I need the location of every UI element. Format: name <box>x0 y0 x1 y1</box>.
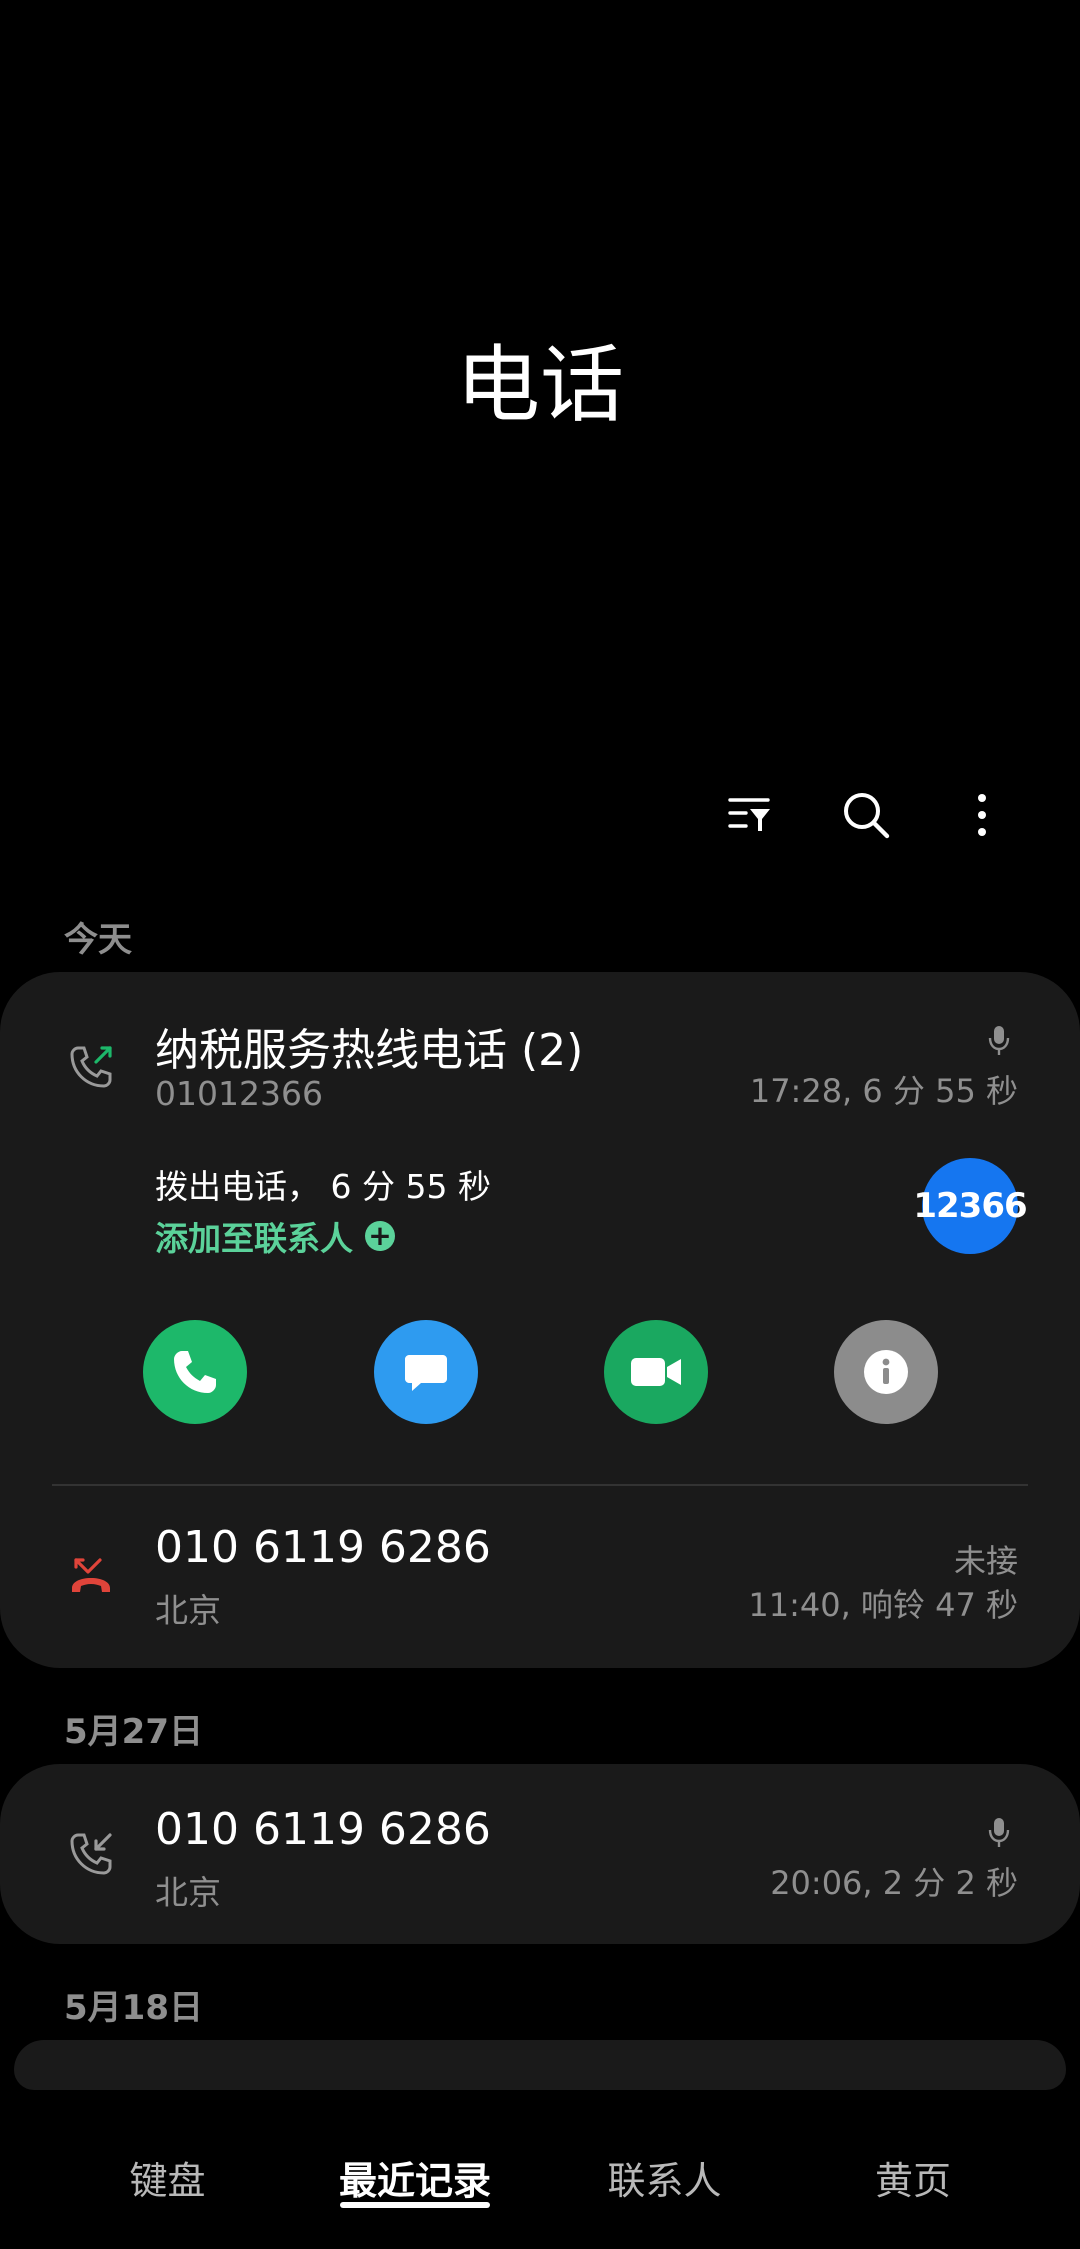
more-options-button[interactable] <box>924 760 1040 870</box>
bottom-navigation: 键盘 最近记录 联系人 黄页 <box>0 2120 1080 2240</box>
section-header-may18: 5月18日 <box>64 1988 203 2028</box>
info-icon <box>864 1350 908 1394</box>
missed-call-icon <box>72 1558 110 1592</box>
missed-call-number: 010 6119 6286 <box>155 1522 491 1573</box>
tab-contacts[interactable]: 联系人 <box>602 2150 727 2205</box>
phone-icon <box>174 1351 216 1393</box>
caller-avatar[interactable]: 12366 <box>913 1158 1028 1254</box>
tab-recents[interactable]: 最近记录 <box>330 2150 500 2205</box>
video-camera-icon <box>631 1358 681 1386</box>
page-title: 电话 <box>455 336 624 434</box>
call-button[interactable] <box>143 1320 247 1424</box>
tab-keypad[interactable]: 键盘 <box>110 2150 225 2205</box>
expanded-call-card[interactable]: 纳税服务热线电话 (2) 01012366 17:28, 6 分 55 秒 拨出… <box>0 972 1080 1668</box>
message-icon <box>405 1355 447 1391</box>
outgoing-call-icon <box>70 1046 112 1088</box>
call-time-duration: 17:28, 6 分 55 秒 <box>749 1072 1018 1110</box>
tab-yellow-pages[interactable]: 黄页 <box>868 2150 958 2205</box>
filter-button[interactable] <box>692 760 808 870</box>
missed-call-status: 未接 <box>953 1542 1018 1580</box>
section-header-may27: 5月27日 <box>64 1712 203 1752</box>
call-log-item-partial[interactable] <box>14 2040 1066 2090</box>
missed-call-time: 11:40, 响铃 47 秒 <box>748 1586 1018 1624</box>
call-location: 北京 <box>155 1873 221 1912</box>
call-log-item[interactable]: 010 6119 6286 北京 20:06, 2 分 2 秒 <box>0 1764 1080 1944</box>
active-tab-indicator <box>340 2202 490 2208</box>
recording-microphone-icon <box>988 1026 1010 1055</box>
video-call-button[interactable] <box>604 1320 708 1424</box>
incoming-call-icon <box>70 1833 112 1875</box>
phone-app-screen: 电话 今天 纳税服务热线电话 (2) 01012366 17:28, 6 分 5… <box>0 0 1080 2249</box>
call-time-duration: 20:06, 2 分 2 秒 <box>770 1864 1018 1902</box>
details-button[interactable] <box>834 1320 938 1424</box>
message-button[interactable] <box>374 1320 478 1424</box>
missed-call-location: 北京 <box>155 1591 221 1630</box>
filter-icon <box>728 798 770 831</box>
add-to-contacts-link[interactable]: 添加至联系人 + <box>155 1212 395 1260</box>
search-button[interactable] <box>808 760 924 870</box>
recording-microphone-icon <box>988 1818 1010 1847</box>
contact-name: 纳税服务热线电话 (2) <box>155 1025 584 1076</box>
divider <box>52 1484 1028 1486</box>
call-detail-text: 拨出电话， 6 分 55 秒 <box>155 1167 491 1206</box>
call-number: 010 6119 6286 <box>155 1804 491 1855</box>
contact-number: 01012366 <box>155 1074 323 1113</box>
more-vertical-icon <box>978 794 986 836</box>
toolbar <box>692 760 1040 870</box>
section-header-today: 今天 <box>64 920 132 960</box>
add-circle-icon: + <box>365 1221 395 1251</box>
add-to-contacts-label: 添加至联系人 <box>155 1219 353 1258</box>
search-icon <box>844 793 890 839</box>
